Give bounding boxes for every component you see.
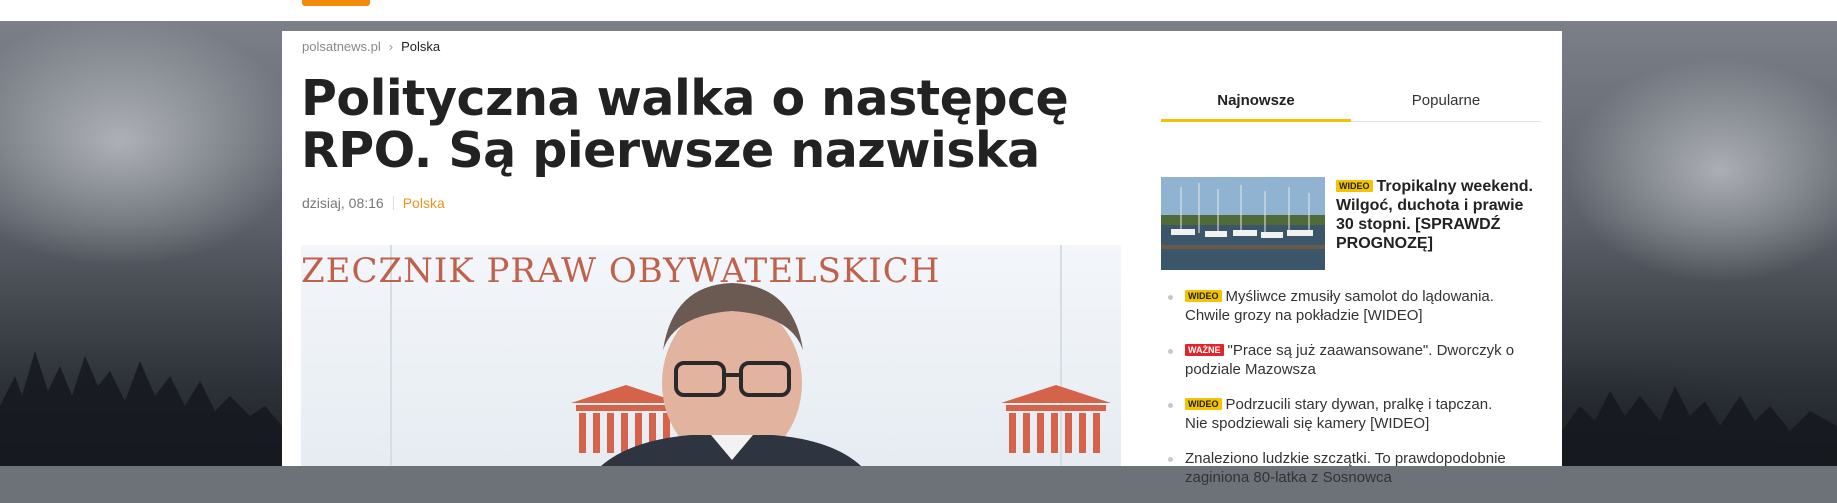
wideo-badge: WIDEO [1336, 180, 1373, 192]
featured-news-title[interactable]: WIDEO Tropikalny weekend. Wilgoć, duchota… [1336, 177, 1536, 253]
news-item-text[interactable]: WAŻNE "Prace są już zaawansowane". Dworcz… [1185, 341, 1515, 379]
list-item[interactable]: WAŻNE "Prace są już zaawansowane". Dworcz… [1161, 341, 1541, 395]
article-date: dzisiaj, 08:16 [302, 195, 384, 211]
news-item-headline[interactable]: Znaleziono ludzkie szczątki. To prawdopo… [1185, 450, 1506, 486]
news-item-headline[interactable]: "Prace są już zaawansowane". Dworczyk o … [1185, 342, 1514, 378]
main-content-panel: polsatnews.pl › Polska Polityczna walka o … [282, 31, 1562, 486]
wideo-badge: WIDEO [1185, 290, 1222, 302]
tab-popularne[interactable]: Popularne [1351, 81, 1541, 121]
wazne-badge: WAŻNE [1185, 344, 1224, 356]
bullet-icon [1168, 349, 1173, 354]
list-item[interactable]: WIDEO Myśliwce zmusiły samolot do lądowan… [1161, 287, 1541, 341]
news-list: WIDEO Myśliwce zmusiły samolot do lądowan… [1161, 287, 1541, 503]
list-item[interactable]: Znaleziono ludzkie szczątki. To prawdopo… [1161, 449, 1541, 503]
article-hero-image[interactable]: ZECZNIK PRAW OBYWATELSKICH [301, 245, 1121, 466]
breadcrumb-home-link[interactable]: polsatnews.pl [302, 39, 381, 54]
news-item-headline[interactable]: Podrzucili stary dywan, pralkę i tapczan… [1185, 396, 1492, 432]
marina-image [1161, 177, 1325, 270]
news-item-text[interactable]: WIDEO Myśliwce zmusiły samolot do lądowan… [1185, 287, 1515, 325]
bullet-icon [1168, 457, 1173, 462]
top-navigation-bar [0, 0, 1837, 21]
featured-news-thumbnail[interactable] [1161, 177, 1325, 270]
news-item-headline[interactable]: Myśliwce zmusiły samolot do lądowania. C… [1185, 288, 1494, 324]
news-item-text[interactable]: WIDEO Podrzucili stary dywan, pralkę i ta… [1185, 395, 1515, 433]
breadcrumb-separator: › [388, 39, 394, 54]
bullet-icon [1168, 403, 1173, 408]
list-item[interactable]: WIDEO Podrzucili stary dywan, pralkę i ta… [1161, 395, 1541, 449]
bullet-icon [1168, 295, 1173, 300]
news-item-text[interactable]: Znaleziono ludzkie szczątki. To prawdopo… [1185, 449, 1515, 487]
featured-news-item[interactable]: WIDEO Tropikalny weekend. Wilgoć, duchota… [1161, 177, 1541, 277]
wideo-badge: WIDEO [1185, 398, 1222, 410]
topbar-button[interactable] [302, 0, 370, 6]
hero-image-backdrop-text: ZECZNIK PRAW OBYWATELSKICH [301, 251, 941, 291]
sidebar-tabs: Najnowsze Popularne [1161, 81, 1541, 122]
article-title: Polityczna walka o następcę RPO. Są pier… [301, 70, 1069, 179]
breadcrumb-section-link[interactable]: Polska [401, 39, 440, 54]
article-category-link[interactable]: Polska [403, 195, 445, 211]
tab-najnowsze[interactable]: Najnowsze [1161, 81, 1351, 122]
sidebar-news: Najnowsze Popularne WIDEO Tropikalny wee… [1161, 81, 1541, 486]
article-meta: dzisiaj, 08:16 Polska [302, 195, 445, 211]
breadcrumb: polsatnews.pl › Polska [302, 39, 440, 54]
meta-divider [392, 196, 394, 210]
